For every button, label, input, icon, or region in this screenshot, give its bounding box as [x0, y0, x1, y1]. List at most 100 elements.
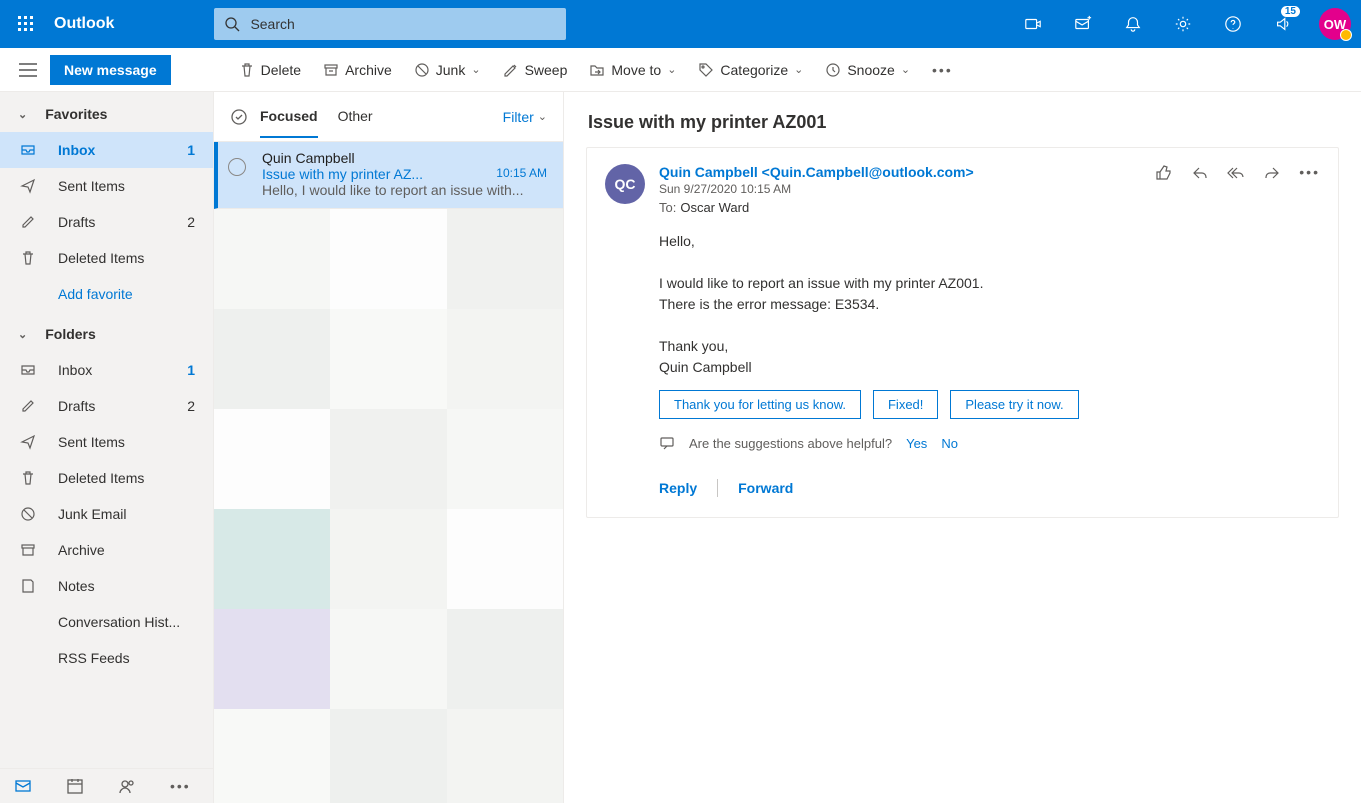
message-list-pane: Focused Other Filter⌄ Quin Campbell Issu…	[214, 92, 564, 803]
message-body: Hello, I would like to report an issue w…	[659, 231, 1320, 378]
junk-button[interactable]: Junk⌄	[414, 62, 481, 78]
nav-folder-conversation-history[interactable]: Conversation Hist...	[0, 604, 213, 640]
trash-icon	[18, 470, 38, 486]
reply-link[interactable]: Reply	[659, 480, 697, 496]
list-placeholder	[214, 209, 563, 803]
suggested-reply-3[interactable]: Please try it now.	[950, 390, 1078, 419]
add-favorite[interactable]: Add favorite	[0, 276, 213, 312]
nav-folder-rss[interactable]: RSS Feeds	[0, 640, 213, 676]
more-icon: •••	[932, 62, 953, 78]
mail-plus-icon[interactable]	[1063, 0, 1103, 48]
chevron-down-icon: ⌄	[18, 328, 27, 341]
people-module-icon[interactable]	[118, 777, 136, 795]
nav-folder-sent[interactable]: Sent Items	[0, 424, 213, 460]
notifications-icon[interactable]	[1113, 0, 1153, 48]
hamburger-icon[interactable]	[12, 54, 44, 86]
app-name: Outlook	[54, 15, 114, 33]
nav-folder-archive[interactable]: Archive	[0, 532, 213, 568]
suggested-reply-1[interactable]: Thank you for letting us know.	[659, 390, 861, 419]
search-input[interactable]	[250, 16, 556, 32]
more-commands-button[interactable]: •••	[932, 62, 953, 78]
reading-subject: Issue with my printer AZ001	[588, 112, 1339, 133]
inbox-icon	[18, 142, 38, 158]
select-circle-icon[interactable]	[228, 158, 246, 176]
whats-new-icon[interactable]: 15	[1263, 0, 1303, 48]
inbox-icon	[18, 362, 38, 378]
tab-other[interactable]: Other	[338, 96, 373, 138]
sender-avatar: QC	[605, 164, 645, 204]
edit-icon	[18, 398, 38, 414]
favorites-section[interactable]: ⌄Favorites	[0, 92, 213, 132]
snooze-button[interactable]: Snooze⌄	[825, 62, 910, 78]
tab-focused[interactable]: Focused	[260, 96, 318, 138]
forward-link[interactable]: Forward	[738, 480, 793, 496]
sender-name: Quin Campbell <Quin.Campbell@outlook.com…	[659, 164, 1155, 180]
nav-inbox[interactable]: Inbox1	[0, 132, 213, 168]
chevron-down-icon: ⌄	[794, 63, 803, 76]
junk-icon	[18, 506, 38, 522]
sweep-button[interactable]: Sweep	[503, 62, 568, 78]
feedback-icon	[659, 435, 675, 451]
calendar-module-icon[interactable]	[66, 777, 84, 795]
nav-folder-drafts[interactable]: Drafts2	[0, 388, 213, 424]
chevron-down-icon: ⌄	[471, 63, 480, 76]
delete-button[interactable]: Delete	[239, 62, 301, 78]
notification-badge: 15	[1281, 6, 1300, 17]
select-all-icon[interactable]	[230, 108, 254, 126]
reply-all-icon[interactable]	[1227, 164, 1245, 215]
sender-date: Sun 9/27/2020 10:15 AM	[659, 182, 1155, 196]
nav-drafts[interactable]: Drafts2	[0, 204, 213, 240]
categorize-button[interactable]: Categorize⌄	[698, 62, 803, 78]
feedback-no[interactable]: No	[941, 436, 958, 451]
chevron-down-icon: ⌄	[18, 108, 27, 121]
help-icon[interactable]	[1213, 0, 1253, 48]
archive-icon	[18, 542, 38, 558]
chevron-down-icon: ⌄	[901, 63, 910, 76]
more-actions-icon[interactable]: •••	[1299, 164, 1320, 215]
tag-icon	[698, 62, 714, 78]
forward-icon[interactable]	[1263, 164, 1281, 215]
nav-sent[interactable]: Sent Items	[0, 168, 213, 204]
app-launcher-icon[interactable]	[10, 8, 42, 40]
mail-module-icon[interactable]	[14, 777, 32, 795]
edit-icon	[18, 214, 38, 230]
search-box[interactable]	[214, 8, 566, 40]
archive-button[interactable]: Archive	[323, 62, 392, 78]
message-list-item[interactable]: Quin Campbell Issue with my printer AZ..…	[214, 142, 563, 209]
clock-icon	[825, 62, 841, 78]
more-modules-icon[interactable]: •••	[170, 778, 191, 794]
message-sender: Quin Campbell	[262, 150, 547, 166]
navigation-pane: ⌄Favorites Inbox1 Sent Items Drafts2 Del…	[0, 92, 214, 803]
move-to-button[interactable]: Move to⌄	[589, 62, 676, 78]
trash-icon	[18, 250, 38, 266]
suggested-reply-2[interactable]: Fixed!	[873, 390, 938, 419]
like-icon[interactable]	[1155, 164, 1173, 215]
nav-folder-deleted[interactable]: Deleted Items	[0, 460, 213, 496]
reply-icon[interactable]	[1191, 164, 1209, 215]
settings-icon[interactable]	[1163, 0, 1203, 48]
nav-folder-junk[interactable]: Junk Email	[0, 496, 213, 532]
new-message-button[interactable]: New message	[50, 55, 171, 85]
search-icon	[224, 16, 240, 32]
account-avatar[interactable]: OW	[1319, 8, 1351, 40]
feedback-yes[interactable]: Yes	[906, 436, 927, 451]
folders-section[interactable]: ⌄Folders	[0, 312, 213, 352]
send-icon	[18, 434, 38, 450]
recipient-line: To:Oscar Ward	[659, 200, 1155, 215]
nav-folder-notes[interactable]: Notes	[0, 568, 213, 604]
sweep-icon	[503, 62, 519, 78]
teams-call-icon[interactable]	[1013, 0, 1053, 48]
message-subject: Issue with my printer AZ...	[262, 166, 488, 182]
message-time: 10:15 AM	[496, 166, 547, 182]
note-icon	[18, 578, 38, 594]
message-preview: Hello, I would like to report an issue w…	[262, 182, 547, 198]
nav-folder-inbox[interactable]: Inbox1	[0, 352, 213, 388]
chevron-down-icon: ⌄	[538, 110, 547, 123]
reading-pane: Issue with my printer AZ001 QC Quin Camp…	[564, 92, 1361, 803]
junk-icon	[414, 62, 430, 78]
send-icon	[18, 178, 38, 194]
filter-button[interactable]: Filter⌄	[503, 109, 547, 125]
feedback-question: Are the suggestions above helpful?	[689, 436, 892, 451]
nav-deleted[interactable]: Deleted Items	[0, 240, 213, 276]
archive-icon	[323, 62, 339, 78]
